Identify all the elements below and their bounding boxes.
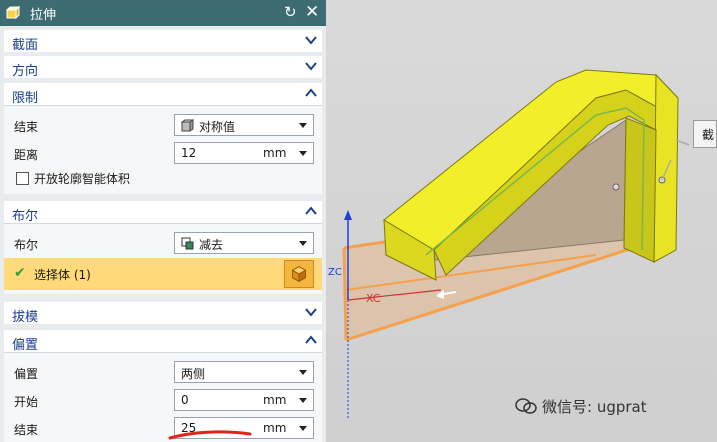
dialog-title-bar: 拉伸 ↻ ✕	[0, 0, 326, 26]
distance-label: 距离	[14, 148, 39, 162]
offset-type-label: 偏置	[14, 367, 39, 381]
draft-group: 拔模	[4, 302, 322, 325]
offset-value: 两侧	[181, 367, 206, 381]
close-icon[interactable]: ✕	[305, 2, 319, 22]
offset-label: 偏置	[12, 338, 39, 353]
section-group: 截面	[4, 30, 322, 53]
section-label: 截面	[12, 38, 39, 53]
boolean-group: 布尔 布尔 减去 ✔ 选择体 (1)	[4, 201, 322, 294]
reset-icon[interactable]: ↻	[284, 3, 297, 21]
extrude-icon	[6, 5, 20, 19]
chevron-up-icon	[305, 206, 317, 215]
side-panel-button[interactable]: 截	[693, 120, 717, 148]
subtract-icon	[181, 237, 194, 250]
side-panel-label: 截	[702, 128, 715, 142]
chevron-down-icon	[305, 36, 317, 45]
model-leg-inner-face	[623, 117, 657, 263]
limits-group: 限制 结束 对称值 距离 12 mm 开放轮廓智能体积	[4, 83, 322, 194]
start-label: 开始	[14, 395, 39, 409]
model-vertical-leg	[653, 73, 679, 263]
end-dropdown[interactable]: 对称值	[174, 114, 314, 136]
graphics-viewport[interactable]: XC ZC	[326, 0, 717, 442]
bool-label: 布尔	[14, 238, 39, 252]
start-unit: mm	[263, 393, 287, 407]
symmetric-value-icon	[181, 119, 194, 132]
select-body-row[interactable]: ✔ 选择体 (1)	[4, 258, 322, 290]
boolean-header[interactable]: 布尔	[4, 201, 322, 224]
limits-label: 限制	[12, 91, 39, 106]
boolean-label: 布尔	[12, 209, 39, 224]
chevron-up-icon	[305, 335, 317, 344]
offset-end-unit: mm	[263, 421, 287, 435]
offset-dropdown[interactable]: 两侧	[174, 361, 314, 383]
end-label: 结束	[14, 120, 39, 134]
handle-arrow	[675, 139, 690, 146]
chevron-down-icon	[305, 62, 317, 71]
end-value: 对称值	[199, 120, 236, 134]
unit-dropdown-arrow-icon[interactable]	[299, 151, 307, 156]
z-axis-arrow-icon	[344, 210, 352, 220]
select-body-button[interactable]	[284, 260, 314, 288]
offset-body: 偏置 两侧 开始 0 mm 结束 25 mm	[4, 352, 322, 442]
open-profile-checkbox[interactable]	[16, 172, 29, 185]
start-input[interactable]: 0 mm	[174, 389, 314, 411]
direction-header[interactable]: 方向	[4, 56, 322, 79]
section-header[interactable]: 截面	[4, 30, 322, 53]
distance-input[interactable]: 12 mm	[174, 142, 314, 164]
unit-dropdown-arrow-icon[interactable]	[299, 426, 307, 431]
distance-value: 12	[181, 146, 197, 160]
dropdown-arrow-icon	[299, 241, 307, 246]
start-value: 0	[181, 393, 189, 407]
direction-label: 方向	[12, 64, 39, 79]
limits-header[interactable]: 限制	[4, 83, 322, 106]
chevron-up-icon	[305, 88, 317, 97]
zc-label: ZC	[328, 267, 342, 278]
boolean-body: 布尔 减去 ✔ 选择体 (1)	[4, 223, 322, 294]
wechat-icon	[515, 398, 537, 414]
watermark-text: 微信号: ugprat	[542, 398, 647, 416]
drag-handle[interactable]	[612, 183, 620, 191]
unit-dropdown-arrow-icon[interactable]	[299, 398, 307, 403]
checkmark-icon: ✔	[14, 265, 26, 281]
dropdown-arrow-icon	[299, 123, 307, 128]
draft-header[interactable]: 拔模	[4, 302, 322, 325]
offset-end-label: 结束	[14, 423, 39, 437]
bool-dropdown[interactable]: 减去	[174, 232, 314, 254]
red-underline-annotation	[168, 430, 252, 440]
offset-outline-left	[342, 247, 348, 341]
bool-value: 减去	[199, 238, 224, 252]
select-body-label: 选择体 (1)	[34, 268, 91, 282]
solid-body-icon	[291, 266, 307, 283]
xc-label: XC	[366, 292, 381, 305]
offset-group: 偏置 偏置 两侧 开始 0 mm 结束 25 mm	[4, 330, 322, 442]
distance-unit: mm	[263, 146, 287, 160]
limits-body: 结束 对称值 距离 12 mm 开放轮廓智能体积	[4, 105, 322, 194]
open-profile-label: 开放轮廓智能体积	[34, 172, 131, 186]
chevron-down-icon	[305, 308, 317, 317]
direction-group: 方向	[4, 56, 322, 79]
dropdown-arrow-icon	[299, 370, 307, 375]
dialog-title: 拉伸	[30, 8, 57, 23]
offset-header[interactable]: 偏置	[4, 330, 322, 353]
extrude-dialog: 拉伸 ↻ ✕ 截面 方向 限制 结束 对称值 距离 12 mm 开放轮廓智能体积…	[0, 0, 326, 442]
draft-label: 拔模	[12, 310, 39, 325]
model-canvas: XC ZC	[328, 69, 690, 420]
